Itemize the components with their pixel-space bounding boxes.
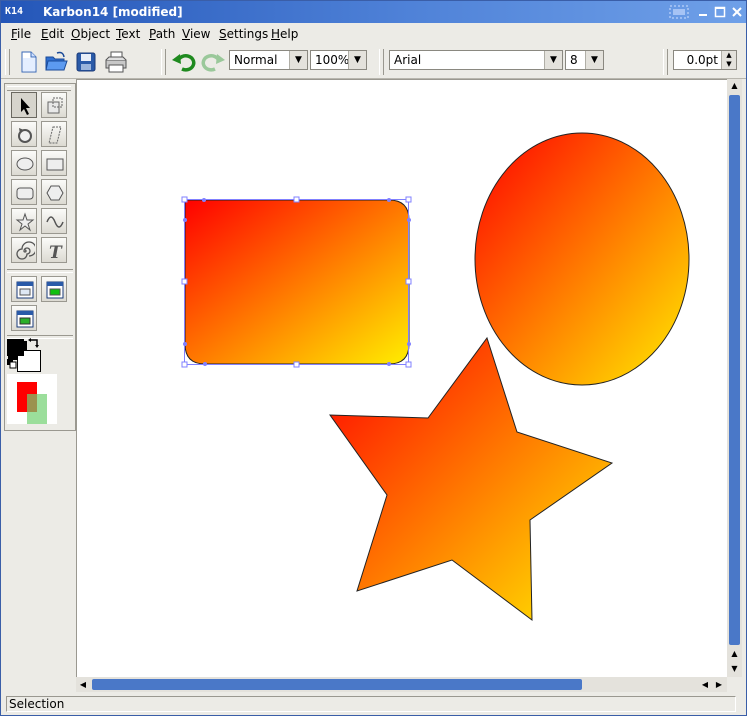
save-icon[interactable] <box>73 49 99 75</box>
pattern-icon[interactable] <box>41 276 67 302</box>
scroll-right-icon[interactable]: ▶ <box>712 677 726 692</box>
spin-up-icon[interactable]: ▲ <box>721 51 736 60</box>
toolbar-grip[interactable] <box>5 49 10 75</box>
zoom-combo[interactable]: 100% ▼ <box>310 50 367 70</box>
print-icon[interactable] <box>103 49 129 75</box>
node-handle[interactable] <box>387 198 391 202</box>
close-icon[interactable] <box>729 4 745 20</box>
chevron-down-icon[interactable]: ▼ <box>348 51 366 69</box>
menu-file[interactable]: File <box>11 27 31 41</box>
node-handle[interactable] <box>203 362 207 366</box>
open-folder-icon[interactable] <box>43 49 69 75</box>
node-handle[interactable] <box>202 198 206 202</box>
gradient-icon[interactable] <box>11 276 37 302</box>
node-handle[interactable] <box>407 218 411 222</box>
font-size-value: 8 <box>570 53 578 67</box>
minimize-icon[interactable] <box>695 4 711 20</box>
stroke-width-value: 0.0pt <box>686 53 718 67</box>
polygon-icon[interactable] <box>41 179 67 205</box>
view-mode-combo[interactable]: Normal ▼ <box>229 50 308 70</box>
node-handle[interactable] <box>387 362 391 366</box>
window-title: Karbon14 [modified] <box>43 5 183 19</box>
drawing-canvas[interactable] <box>76 79 727 678</box>
vertical-scroll-thumb[interactable] <box>729 95 740 645</box>
selection-handle[interactable] <box>181 278 188 285</box>
horizontal-scroll-thumb[interactable] <box>92 679 582 690</box>
select-icon[interactable] <box>11 92 37 118</box>
sinus-icon[interactable] <box>41 208 67 234</box>
zoom-value: 100% <box>315 53 350 67</box>
node-handle[interactable] <box>183 218 187 222</box>
menu-help[interactable]: Help <box>271 27 298 41</box>
menu-bar: File Edit Object Text Path View Settings… <box>1 23 746 45</box>
spiral-icon[interactable] <box>11 237 37 263</box>
toolbox-separator <box>7 269 73 273</box>
selection-handle[interactable] <box>405 278 412 285</box>
chevron-down-icon[interactable]: ▼ <box>544 51 562 69</box>
scroll-up-icon[interactable]: ▲ <box>727 647 742 661</box>
canvas-svg <box>181 132 690 622</box>
sticky-icon[interactable] <box>669 4 689 20</box>
stroke-width-spinbox[interactable]: 0.0pt ▲ ▼ <box>673 50 737 70</box>
redo-icon[interactable] <box>200 49 226 75</box>
new-document-icon[interactable] <box>15 49 41 75</box>
chevron-down-icon[interactable]: ▼ <box>585 51 603 69</box>
maximize-icon[interactable] <box>712 4 728 20</box>
node-handle[interactable] <box>407 342 411 346</box>
main-toolbar: Normal ▼ 100% ▼ Arial ▼ 8 ▼ 0.0pt ▲ ▼ <box>1 46 746 79</box>
spin-down-icon[interactable]: ▼ <box>721 60 736 69</box>
scroll-down-icon[interactable]: ▼ <box>727 662 742 676</box>
default-colors-icon[interactable] <box>7 358 17 369</box>
font-size-combo[interactable]: 8 ▼ <box>565 50 604 70</box>
scroll-left-icon[interactable]: ◀ <box>698 677 712 692</box>
toolbar-grip[interactable] <box>663 49 668 75</box>
selection-handle[interactable] <box>181 361 188 368</box>
app-icon[interactable]: K14 <box>5 5 39 19</box>
menu-view[interactable]: View <box>182 27 210 41</box>
selection-handle[interactable] <box>405 196 412 203</box>
toolbar-grip[interactable] <box>161 49 166 75</box>
view-mode-value: Normal <box>234 53 278 67</box>
rounded-rectangle-shape[interactable] <box>184 199 410 365</box>
vertical-scrollbar[interactable]: ▲ ▲ ▼ <box>727 79 742 677</box>
font-family-combo[interactable]: Arial ▼ <box>389 50 563 70</box>
ellipse-shape[interactable] <box>474 132 690 386</box>
status-text: Selection <box>6 696 736 712</box>
menu-text[interactable]: Text <box>116 27 140 41</box>
menu-path[interactable]: Path <box>149 27 175 41</box>
svg-text:T: T <box>49 243 63 261</box>
application-window: K14 Karbon14 [modified] File Edit Object… <box>0 0 747 716</box>
horizontal-scrollbar[interactable]: ◀ ◀ ▶ <box>76 677 727 692</box>
toolbox: T <box>4 83 76 431</box>
selection-handle[interactable] <box>181 196 188 203</box>
title-bar[interactable]: K14 Karbon14 [modified] <box>1 1 746 23</box>
image-icon[interactable] <box>11 305 37 331</box>
rectangle-icon[interactable] <box>41 150 67 176</box>
rotate-icon[interactable] <box>11 121 37 147</box>
rounded-rectangle-icon[interactable] <box>11 179 37 205</box>
scroll-left-icon[interactable]: ◀ <box>76 677 90 692</box>
select-nodes-icon[interactable] <box>41 92 67 118</box>
undo-icon[interactable] <box>171 49 197 75</box>
text-icon[interactable]: T <box>41 237 67 263</box>
selection-handle[interactable] <box>293 196 300 203</box>
swap-colors-icon[interactable] <box>27 337 41 351</box>
selection-handle[interactable] <box>405 361 412 368</box>
toolbox-grip[interactable] <box>7 86 71 91</box>
ellipse-icon[interactable] <box>11 150 37 176</box>
menu-edit[interactable]: Edit <box>41 27 64 41</box>
toolbar-grip[interactable] <box>379 49 384 75</box>
menu-object[interactable]: Object <box>71 27 110 41</box>
shear-icon[interactable] <box>41 121 67 147</box>
chevron-down-icon[interactable]: ▼ <box>289 51 307 69</box>
menu-settings[interactable]: Settings <box>219 27 268 41</box>
scroll-up-icon[interactable]: ▲ <box>727 79 742 93</box>
font-family-value: Arial <box>394 53 422 67</box>
status-bar: Selection <box>1 694 746 715</box>
stroke-color-swatch-front[interactable] <box>7 339 24 356</box>
node-handle[interactable] <box>183 342 187 346</box>
star-icon[interactable] <box>11 208 37 234</box>
selection-handle[interactable] <box>293 361 300 368</box>
color-preview <box>7 374 57 424</box>
